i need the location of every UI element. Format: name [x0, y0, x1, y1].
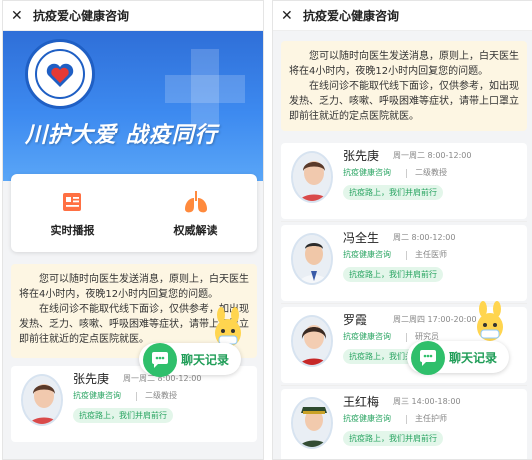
- lungs-icon: [182, 188, 210, 216]
- doctor-name: 张先庚: [343, 149, 380, 163]
- divider: [281, 221, 527, 222]
- notice-paragraph: 在线问诊不能取代线下面诊，仅供参考，如出现发热、乏力、咳嗽、呼吸困难等症状，请带…: [289, 81, 519, 122]
- feature-live-news[interactable]: 实时播报: [11, 174, 134, 252]
- title-bar: ✕ 抗疫爱心健康咨询: [3, 1, 263, 31]
- page-title: 抗疫爱心健康咨询: [33, 9, 130, 23]
- mascot-icon: [473, 301, 507, 343]
- doctor-avatar: [291, 151, 333, 203]
- notice-paragraph: 您可以随时向医生发送消息，原则上，白天医生将在4小时内，夜晚12小时内回复您的问…: [19, 274, 249, 300]
- doctor-avatar: [291, 315, 333, 367]
- consultation-notice: 您可以随时向医生发送消息，原则上，白天医生将在4小时内，夜晚12小时内回复您的问…: [281, 41, 527, 131]
- notice-paragraph: 您可以随时向医生发送消息，原则上，白天医生将在4小时内，夜晚12小时内回复您的问…: [289, 51, 519, 77]
- doctor-name: 冯全生: [343, 231, 380, 245]
- page-title: 抗疫爱心健康咨询: [303, 9, 400, 23]
- close-icon[interactable]: ✕: [11, 9, 29, 23]
- close-icon[interactable]: ✕: [281, 9, 299, 23]
- chat-icon: [411, 341, 445, 375]
- doctor-slogan-badge: 抗疫路上，我们并肩前行: [343, 185, 443, 200]
- feature-label: 实时播报: [50, 224, 95, 237]
- doctor-name: 罗霞: [343, 313, 368, 327]
- doctor-tag: 抗疫健康咨询: [73, 391, 121, 400]
- doctor-avatar: [291, 397, 333, 449]
- doctor-tag: 抗疫健康咨询: [343, 332, 391, 341]
- divider: [281, 385, 527, 386]
- newspaper-icon: [59, 188, 87, 216]
- chat-history-label: 聊天记录: [449, 350, 498, 365]
- left-screen: ✕ 抗疫爱心健康咨询 川护大爱 战疫同行 实时播报 权威解读 您可以随时向医生发…: [2, 0, 264, 460]
- doctor-card[interactable]: 王红梅 周三 14:00-18:00 抗疫健康咨询 主任护师 抗疫路上，我们并肩…: [281, 389, 527, 459]
- doctor-tag: 抗疫健康咨询: [343, 168, 391, 177]
- medical-cross-decoration: [165, 75, 245, 103]
- doctor-avatar: [21, 374, 63, 426]
- doctor-slogan-badge: 抗疫路上，我们并肩前行: [73, 408, 173, 423]
- feature-label: 权威解读: [173, 224, 218, 237]
- hearts-icon: [46, 63, 74, 87]
- doctor-title: 主任医师: [415, 250, 447, 259]
- chat-history-button[interactable]: 聊天记录: [407, 341, 510, 375]
- separator: [406, 333, 407, 342]
- feature-authority-interpretation[interactable]: 权威解读: [134, 174, 257, 252]
- separator: [406, 251, 407, 260]
- separator: [406, 415, 407, 424]
- doctor-schedule: 周三 14:00-18:00: [393, 397, 461, 406]
- right-screen: ✕ 抗疫爱心健康咨询 您可以随时向医生发送消息，原则上，白天医生将在4小时内，夜…: [272, 0, 532, 460]
- feature-card: 实时播报 权威解读: [11, 174, 257, 252]
- chat-icon: [143, 343, 177, 377]
- doctor-title: 二级教授: [415, 168, 447, 177]
- chat-history-label: 聊天记录: [181, 352, 230, 367]
- doctor-name: 张先庚: [73, 372, 110, 386]
- doctor-tag: 抗疫健康咨询: [343, 250, 391, 259]
- doctor-avatar: [291, 233, 333, 285]
- association-logo: [25, 39, 95, 109]
- separator: [406, 169, 407, 178]
- doctor-schedule: 周一周二 8:00-12:00: [393, 151, 472, 160]
- banner: 川护大爱 战疫同行: [3, 31, 263, 181]
- separator: [136, 392, 137, 401]
- doctor-tag: 抗疫健康咨询: [343, 414, 391, 423]
- title-bar: ✕ 抗疫爱心健康咨询: [273, 1, 532, 31]
- doctor-title: 二级教授: [145, 391, 177, 400]
- chat-history-button[interactable]: 聊天记录: [139, 343, 242, 377]
- doctor-card[interactable]: 冯全生 周二 8:00-12:00 抗疫健康咨询 主任医师 抗疫路上，我们并肩前…: [281, 225, 527, 301]
- doctor-card[interactable]: 张先庚 周一周二 8:00-12:00 抗疫健康咨询 二级教授 抗疫路上，我们并…: [11, 366, 257, 442]
- doctor-title: 主任护师: [415, 414, 447, 423]
- banner-slogan: 川护大爱 战疫同行: [25, 123, 218, 148]
- doctor-card[interactable]: 张先庚 周一周二 8:00-12:00 抗疫健康咨询 二级教授 抗疫路上，我们并…: [281, 143, 527, 219]
- doctor-schedule: 周二 8:00-12:00: [393, 233, 456, 242]
- doctor-slogan-badge: 抗疫路上，我们并肩前行: [343, 431, 443, 446]
- doctor-schedule: 周二周四 17:00-20:00: [393, 315, 477, 324]
- doctor-name: 王红梅: [343, 395, 380, 409]
- doctor-slogan-badge: 抗疫路上，我们并肩前行: [343, 267, 443, 282]
